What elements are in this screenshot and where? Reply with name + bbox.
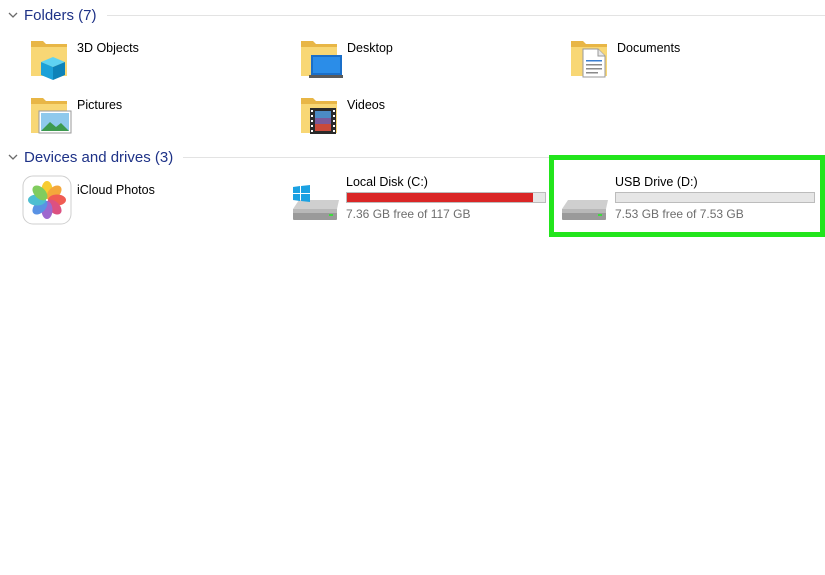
folders-section-title: Folders (7) [24,6,97,24]
folder-label: 3D Objects [77,41,139,55]
folders-section-header[interactable]: Folders (7) [0,4,825,26]
drive-local-disk-c[interactable]: Local Disk (C:) 7.36 GB free of 117 GB [291,175,549,227]
documents-folder-icon [571,41,607,78]
folder-pictures[interactable]: Pictures [25,92,275,142]
chevron-down-icon[interactable] [7,151,19,163]
folder-documents[interactable]: Documents [565,35,815,85]
3d-objects-folder-icon [31,41,67,80]
device-label: iCloud Photos [77,183,155,197]
pictures-folder-icon [31,98,72,134]
section-divider [106,14,825,16]
folder-3d-objects[interactable]: 3D Objects [25,35,275,85]
folder-label: Desktop [347,41,393,55]
videos-folder-icon [301,98,337,134]
device-icloud-photos[interactable]: iCloud Photos [20,175,280,227]
desktop-folder-icon [301,41,343,78]
windows-drive-icon [293,185,339,220]
folder-desktop[interactable]: Desktop [295,35,545,85]
drive-name: Local Disk (C:) [346,175,428,189]
drive-usage-bar [346,192,546,203]
chevron-down-icon[interactable] [7,9,19,21]
folder-label: Videos [347,98,385,112]
drive-usage-fill [347,193,533,202]
devices-section-title: Devices and drives (3) [24,148,174,166]
folder-label: Pictures [77,98,123,112]
icloud-photos-icon [22,175,72,225]
highlight-box [549,155,825,237]
folder-videos[interactable]: Videos [295,92,545,142]
drive-free-space: 7.36 GB free of 117 GB [346,207,471,221]
folder-label: Documents [617,41,681,55]
